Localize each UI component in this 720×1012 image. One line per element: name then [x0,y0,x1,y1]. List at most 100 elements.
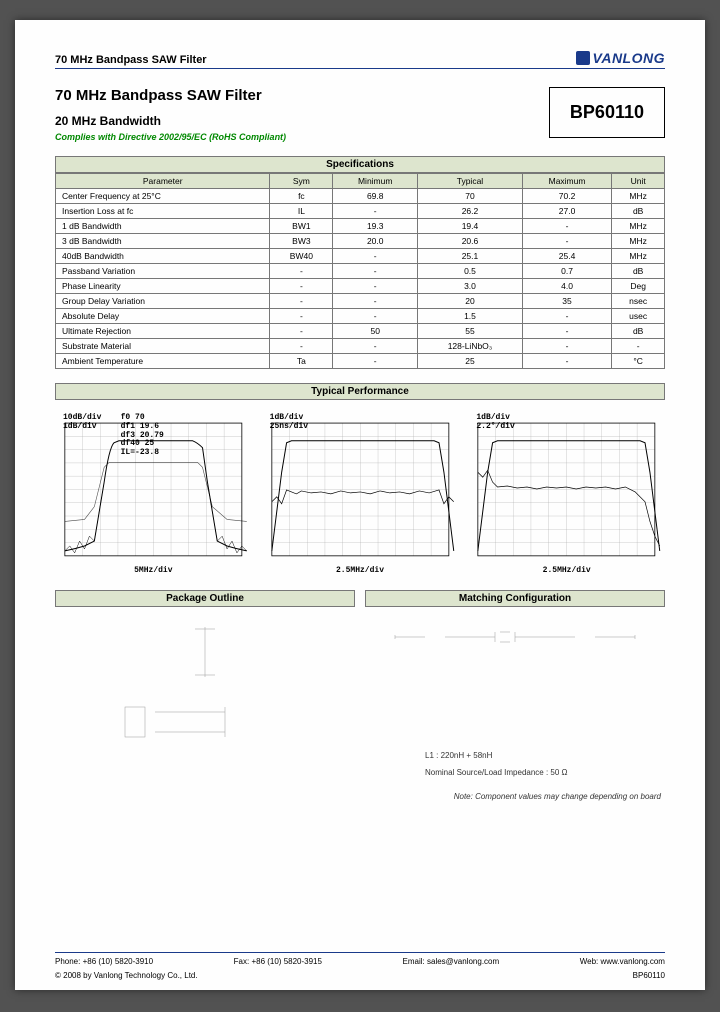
l1-value: L1 : 220nH + 58nH [425,751,568,760]
brand-text: VANLONG [593,50,665,66]
param-cell: Ultimate Rejection [56,324,270,339]
chart-wideband: 10dB/div f0 70 1dB/div df1 19.6 df3 20.7… [55,412,252,562]
impedance-value: Nominal Source/Load Impedance : 50 Ω [425,768,568,777]
value-cell: 3.0 [418,279,523,294]
footer-phone: Phone: +86 (10) 5820-3910 [55,957,153,966]
param-cell: Insertion Loss at fc [56,204,270,219]
value-cell: 0.5 [418,264,523,279]
matching-values: L1 : 220nH + 58nH Nominal Source/Load Im… [425,751,568,777]
value-cell: BW1 [270,219,333,234]
footer-part: BP60110 [633,971,665,980]
specs-table: ParameterSymMinimumTypicalMaximumUnit Ce… [55,173,665,369]
specs-col-header: Unit [612,174,665,189]
title-left: 70 MHz Bandpass SAW Filter 20 MHz Bandwi… [55,87,286,142]
chart2-xlabel: 2.5MHz/div [262,566,459,575]
param-cell: Ambient Temperature [56,354,270,369]
main-title: 70 MHz Bandpass SAW Filter [55,87,286,104]
value-cell: - [333,339,418,354]
value-cell: 50 [333,324,418,339]
footer-email: Email: sales@vanlong.com [403,957,500,966]
specs-heading: Specifications [55,156,665,173]
value-cell: - [270,294,333,309]
value-cell: 4.0 [522,279,612,294]
value-cell: 20.0 [333,234,418,249]
table-row: Insertion Loss at fcIL-26.227.0dB [56,204,665,219]
chart2-labels: 1dB/div 25ns/div [270,414,308,432]
package-col: Package Outline [55,576,355,807]
value-cell: 35 [522,294,612,309]
performance-heading: Typical Performance [55,383,665,400]
header-title: 70 MHz Bandpass SAW Filter [55,54,207,66]
value-cell: - [270,339,333,354]
chart-delay: 1dB/div 25ns/div 2.5MHz/div [262,412,459,562]
value-cell: 25 [418,354,523,369]
value-cell: MHz [612,249,665,264]
value-cell: - [522,339,612,354]
table-row: Ultimate Rejection-5055-dB [56,324,665,339]
value-cell: - [333,279,418,294]
chart-phase: 1dB/div 2.2°/div 2.5MHz/div [468,412,665,562]
bottom-row: Package Outline Matching Configuration [55,576,665,807]
chart3-svg [468,412,665,562]
value-cell: - [522,234,612,249]
value-cell: °C [612,354,665,369]
value-cell: - [522,219,612,234]
value-cell: dB [612,264,665,279]
value-cell: - [270,279,333,294]
value-cell: - [333,294,418,309]
value-cell: 19.4 [418,219,523,234]
value-cell: - [612,339,665,354]
param-cell: Phase Linearity [56,279,270,294]
param-cell: Absolute Delay [56,309,270,324]
value-cell: dB [612,204,665,219]
chart3-labels: 1dB/div 2.2°/div [476,414,514,432]
param-cell: Group Delay Variation [56,294,270,309]
specs-col-header: Minimum [333,174,418,189]
param-cell: 40dB Bandwidth [56,249,270,264]
param-cell: 3 dB Bandwidth [56,234,270,249]
title-block: 70 MHz Bandpass SAW Filter 20 MHz Bandwi… [55,87,665,142]
chart1-labels: 10dB/div f0 70 1dB/div df1 19.6 df3 20.7… [63,414,164,458]
subtitle: 20 MHz Bandwidth [55,114,286,128]
value-cell: - [333,204,418,219]
matching-note: Note: Component values may change depend… [454,792,661,801]
table-row: 1 dB BandwidthBW119.319.4-MHz [56,219,665,234]
page-header: 70 MHz Bandpass SAW Filter VANLONG [55,50,665,69]
param-cell: Center Frequency at 25°C [56,189,270,204]
value-cell: 0.7 [522,264,612,279]
value-cell: 25.4 [522,249,612,264]
table-row: 3 dB BandwidthBW320.020.6-MHz [56,234,665,249]
chart3-xlabel: 2.5MHz/div [468,566,665,575]
param-cell: Passband Variation [56,264,270,279]
table-row: Substrate Material--128-LiNbO₃-- [56,339,665,354]
value-cell: 1.5 [418,309,523,324]
charts-row: 10dB/div f0 70 1dB/div df1 19.6 df3 20.7… [55,412,665,562]
param-cell: Substrate Material [56,339,270,354]
specs-col-header: Typical [418,174,523,189]
value-cell: MHz [612,189,665,204]
value-cell: BW3 [270,234,333,249]
value-cell: 55 [418,324,523,339]
value-cell: - [522,309,612,324]
param-cell: 1 dB Bandwidth [56,219,270,234]
value-cell: 70.2 [522,189,612,204]
value-cell: - [270,324,333,339]
value-cell: 25.1 [418,249,523,264]
chart1-xlabel: 5MHz/div [55,566,252,575]
specs-col-header: Maximum [522,174,612,189]
chart2-svg [262,412,459,562]
value-cell: 20 [418,294,523,309]
value-cell: usec [612,309,665,324]
value-cell: - [270,309,333,324]
value-cell: 128-LiNbO₃ [418,339,523,354]
specs-col-header: Sym [270,174,333,189]
value-cell: 69.8 [333,189,418,204]
specs-col-header: Parameter [56,174,270,189]
value-cell: BW40 [270,249,333,264]
footer-web: Web: www.vanlong.com [580,957,665,966]
matching-col: Matching Configuration L1 : 220nH + 58nH [365,576,665,807]
value-cell: 26.2 [418,204,523,219]
logo-icon [576,51,590,65]
package-heading: Package Outline [55,590,355,607]
value-cell: dB [612,324,665,339]
